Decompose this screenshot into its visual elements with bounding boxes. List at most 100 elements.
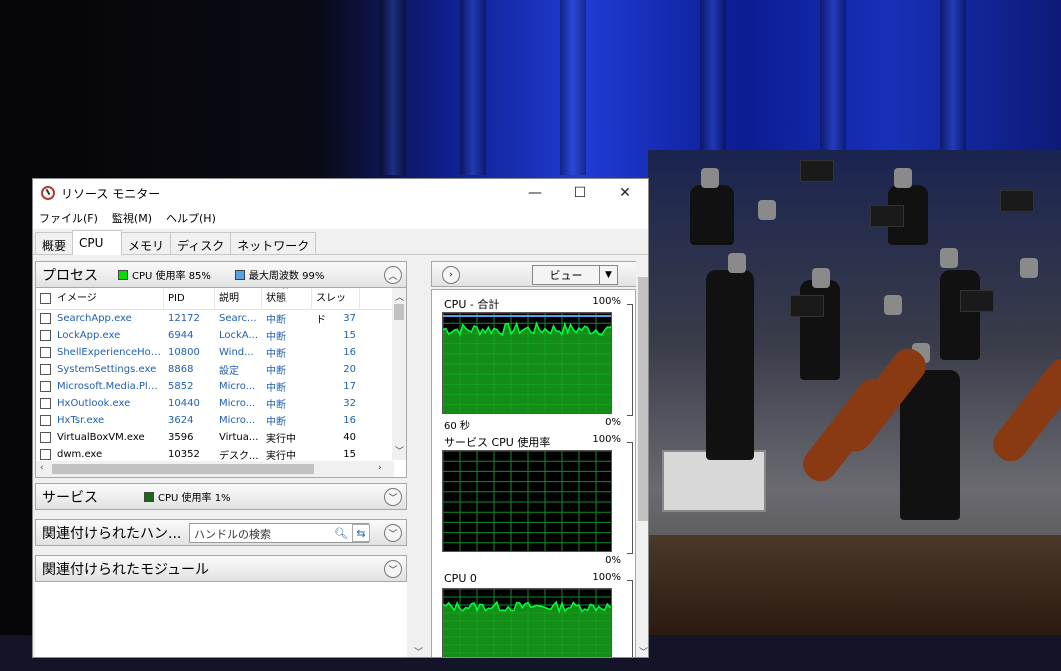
pid-cell: 8868 <box>168 364 194 375</box>
image-cell: LockApp.exe <box>36 330 164 341</box>
musician <box>940 270 980 360</box>
resource-monitor-icon <box>41 186 55 200</box>
face <box>940 248 958 268</box>
dropdown-arrow-icon[interactable]: ▼ <box>599 266 617 284</box>
tab-cpu[interactable]: CPU <box>72 230 123 255</box>
column-pid[interactable]: PID <box>164 288 215 310</box>
threads-cell: 15 <box>343 330 356 341</box>
row-checkbox[interactable] <box>40 449 51 460</box>
column-image[interactable]: イメージ <box>36 288 164 310</box>
description-cell: Micro... <box>219 415 256 426</box>
maximize-button[interactable]: ☐ <box>557 179 603 207</box>
face <box>1020 258 1038 278</box>
graph-pane-scrollbar[interactable]: ﹀ <box>636 261 648 657</box>
menu-monitor[interactable]: 監視(M) <box>112 210 152 226</box>
scroll-up-arrow-icon[interactable]: ︿ <box>395 290 404 303</box>
row-checkbox[interactable] <box>40 415 51 426</box>
table-row[interactable]: SystemSettings.exe 8868 設定 中断 20 <box>36 361 406 378</box>
pid-cell: 12172 <box>168 313 200 324</box>
graph-pane-header: › ビュー ▼ <box>431 261 648 287</box>
status-cell: 中断 <box>266 349 286 360</box>
row-checkbox[interactable] <box>40 330 51 341</box>
row-checkbox[interactable] <box>40 364 51 375</box>
search-icon[interactable]: 🔍︎ <box>332 524 350 542</box>
services-cpu-swatch <box>144 491 154 502</box>
musician <box>690 185 734 245</box>
menu-help[interactable]: ヘルプ(H) <box>166 210 216 226</box>
title-bar[interactable]: リソース モニター — ☐ ✕ <box>33 179 648 207</box>
resource-monitor-window: リソース モニター — ☐ ✕ ファイル(F) 監視(M) ヘルプ(H) 概要 … <box>32 178 649 658</box>
scroll-down-arrow-icon[interactable]: ﹀ <box>414 645 423 657</box>
tab-overview[interactable]: 概要 <box>35 232 74 254</box>
table-row[interactable]: ShellExperienceHost... 10800 Wind... 中断 16 <box>36 344 406 361</box>
description-cell: Wind... <box>219 347 254 358</box>
pid-cell: 10352 <box>168 449 200 460</box>
scroll-thumb[interactable] <box>638 277 648 521</box>
cpu-usage-text: CPU 使用率 85% <box>132 271 211 282</box>
table-row[interactable]: SearchApp.exe 12172 Searc... 中断 37 <box>36 310 406 327</box>
menu-file[interactable]: ファイル(F) <box>39 210 98 226</box>
tab-disk[interactable]: ディスク <box>170 232 232 254</box>
column-description[interactable]: 説明 <box>215 288 262 310</box>
row-checkbox[interactable] <box>40 398 51 409</box>
graph-max: 100% <box>592 572 621 583</box>
scroll-right-arrow-icon[interactable]: › <box>378 463 382 473</box>
scroll-down-arrow-icon[interactable]: ﹀ <box>395 444 404 457</box>
handles-panel-title: 関連付けられたハン... <box>42 525 182 542</box>
select-all-checkbox[interactable] <box>40 293 51 304</box>
table-row[interactable]: HxTsr.exe 3624 Micro... 中断 16 <box>36 412 406 429</box>
modules-panel-title: 関連付けられたモジュール <box>42 561 210 578</box>
row-checkbox[interactable] <box>40 432 51 443</box>
services-panel: サービス CPU 使用率 1% ﹀ <box>35 483 407 510</box>
curtain-fold <box>820 0 846 175</box>
table-row[interactable]: LockApp.exe 6944 LockA... 中断 15 <box>36 327 406 344</box>
table-row[interactable]: Microsoft.Media.Play... 5852 Micro... 中断 17 <box>36 378 406 395</box>
music-stand <box>800 160 834 182</box>
chevron-down-icon[interactable]: ﹀ <box>384 524 402 542</box>
handles-panel: 関連付けられたハン... ハンドルの検索 🔍︎ ⇆ ﹀ <box>35 519 407 546</box>
threads-cell: 17 <box>343 381 356 392</box>
view-dropdown[interactable]: ビュー ▼ <box>532 265 618 285</box>
close-button[interactable]: ✕ <box>602 179 648 207</box>
left-pane-scrollbar[interactable]: ﹀ <box>411 261 425 657</box>
cpu0-graph-block: CPU 0 100% <box>432 570 635 657</box>
status-cell: 中断 <box>266 400 286 411</box>
minimize-button[interactable]: — <box>512 179 558 207</box>
table-row[interactable]: VirtualBoxVM.exe 3596 Virtua... 実行中 40 <box>36 429 406 446</box>
graph-bracket <box>627 304 633 416</box>
row-checkbox[interactable] <box>40 347 51 358</box>
modules-panel-header[interactable]: 関連付けられたモジュール ﹀ <box>35 555 407 582</box>
scroll-thumb[interactable] <box>52 464 314 474</box>
services-panel-header[interactable]: サービス CPU 使用率 1% ﹀ <box>35 483 407 510</box>
scroll-thumb[interactable] <box>394 304 404 320</box>
process-vertical-scrollbar[interactable]: ︿ ﹀ <box>392 288 406 460</box>
chevron-down-icon[interactable]: ﹀ <box>384 560 402 578</box>
scroll-down-arrow-icon[interactable]: ﹀ <box>639 645 648 657</box>
pid-cell: 10440 <box>168 398 200 409</box>
max-frequency-legend: 最大周波数 99% <box>234 267 324 282</box>
table-row[interactable]: HxOutlook.exe 10440 Micro... 中断 32 <box>36 395 406 412</box>
graph-max: 100% <box>592 434 621 445</box>
graph-title: CPU 0 <box>444 572 477 585</box>
image-cell: ShellExperienceHost... <box>36 347 164 358</box>
status-cell: 実行中 <box>266 451 296 462</box>
scroll-left-arrow-icon[interactable]: ‹ <box>40 463 44 473</box>
chevron-right-icon[interactable]: › <box>442 266 460 284</box>
chevron-down-icon[interactable]: ﹀ <box>384 488 402 506</box>
tab-network[interactable]: ネットワーク <box>230 232 317 254</box>
row-checkbox[interactable] <box>40 313 51 324</box>
process-panel-header[interactable]: プロセス CPU 使用率 85% 最大周波数 99% ︿ <box>35 261 407 288</box>
column-status[interactable]: 状態 ^ <box>262 288 312 310</box>
services-cpu-text: CPU 使用率 1% <box>158 493 231 504</box>
process-horizontal-scrollbar[interactable]: ‹ › <box>36 461 394 477</box>
graph-title: CPU - 合計 <box>444 298 500 311</box>
services-cpu-legend: CPU 使用率 1% <box>144 489 231 504</box>
column-threads[interactable]: スレッド <box>312 288 360 326</box>
face <box>812 268 830 288</box>
handles-panel-header[interactable]: 関連付けられたハン... ハンドルの検索 🔍︎ ⇆ ﹀ <box>35 519 407 546</box>
tab-memory[interactable]: メモリ <box>121 232 172 254</box>
image-cell: VirtualBoxVM.exe <box>36 432 164 443</box>
chevron-up-icon[interactable]: ︿ <box>384 266 402 284</box>
refresh-icon[interactable]: ⇆ <box>352 524 370 542</box>
row-checkbox[interactable] <box>40 381 51 392</box>
